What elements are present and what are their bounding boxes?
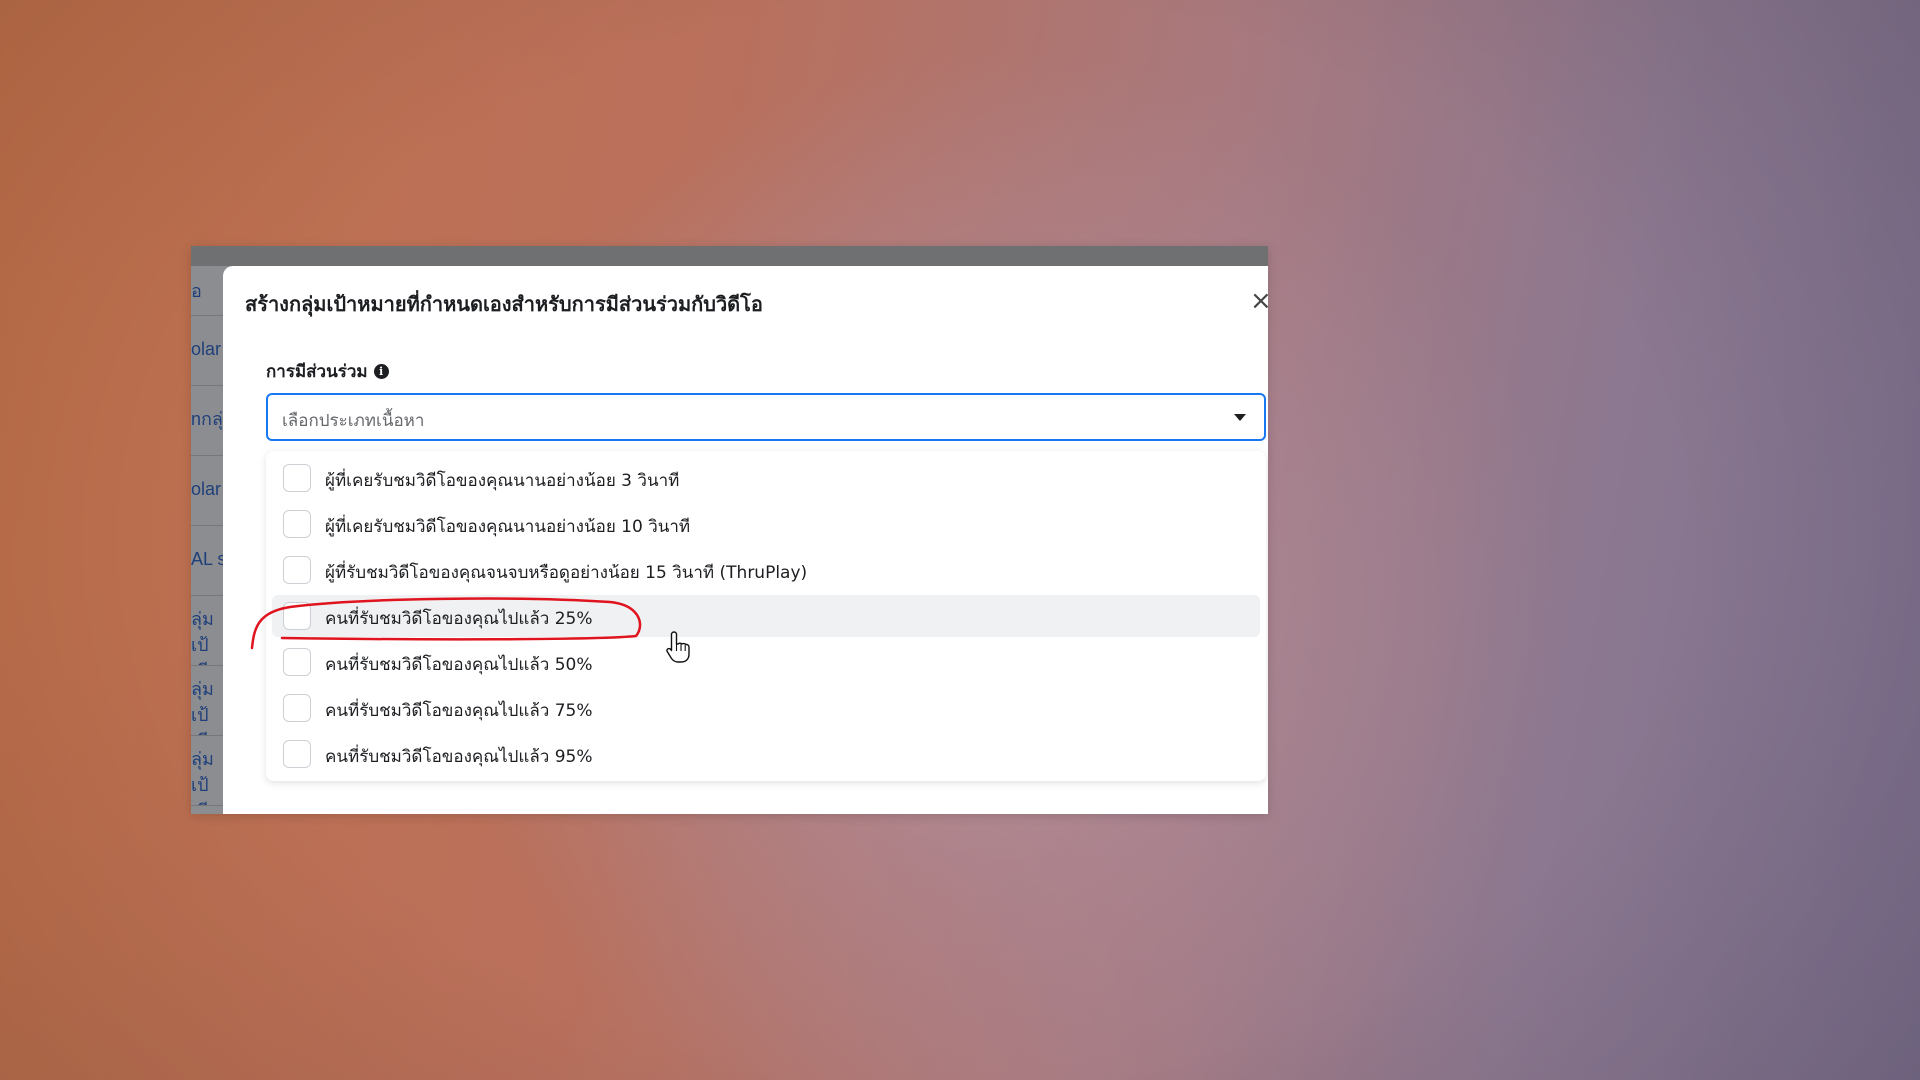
info-icon[interactable]: i	[373, 364, 389, 379]
dropdown-option[interactable]: คนที่รับชมวิดีโอของคุณไปแล้ว 75%	[272, 687, 1260, 729]
option-label: คนที่รับชมวิดีโอของคุณไปแล้ว 95%	[325, 747, 593, 767]
option-checkbox[interactable]	[283, 464, 311, 492]
dropdown-option-hovered[interactable]: คนที่รับชมวิดีโอของคุณไปแล้ว 25%	[272, 595, 1260, 637]
option-label: คนที่รับชมวิดีโอของคุณไปแล้ว 50%	[325, 655, 593, 675]
engagement-label-text: การมีส่วนร่วม	[266, 362, 368, 382]
dropdown-option[interactable]: ผู้ที่เคยรับชมวิดีโอของคุณนานอย่างน้อย 1…	[272, 503, 1260, 545]
dropdown-option[interactable]: คนที่รับชมวิดีโอของคุณไปแล้ว 50%	[272, 641, 1260, 683]
option-label: คนที่รับชมวิดีโอของคุณไปแล้ว 75%	[325, 701, 593, 721]
option-checkbox[interactable]	[283, 740, 311, 768]
option-label: ผู้ที่รับชมวิดีโอของคุณจนจบหรือดูอย่างน้…	[325, 563, 808, 583]
screenshot-window: อ olar I nกลุ่ม olar I AL sc ลุ่มเป้ เฉี…	[191, 246, 1268, 814]
custom-audience-modal: สร้างกลุ่มเป้าหมายที่กำหนดเองสำหรับการมี…	[223, 266, 1268, 814]
option-checkbox[interactable]	[283, 556, 311, 584]
engagement-label: การมีส่วนร่วม i	[266, 358, 389, 385]
content-type-dropdown: ผู้ที่เคยรับชมวิดีโอของคุณนานอย่างน้อย 3…	[266, 451, 1266, 781]
modal-title: สร้างกลุ่มเป้าหมายที่กำหนดเองสำหรับการมี…	[245, 292, 763, 316]
option-checkbox[interactable]	[283, 510, 311, 538]
option-label: คนที่รับชมวิดีโอของคุณไปแล้ว 25%	[325, 609, 593, 629]
dropdown-option[interactable]: ผู้ที่เคยรับชมวิดีโอของคุณนานอย่างน้อย 3…	[272, 457, 1260, 499]
option-label: ผู้ที่เคยรับชมวิดีโอของคุณนานอย่างน้อย 1…	[325, 517, 691, 537]
option-label: ผู้ที่เคยรับชมวิดีโอของคุณนานอย่างน้อย 3…	[325, 471, 680, 491]
select-placeholder: เลือกประเภทเนื้อหา	[282, 411, 425, 431]
dropdown-option[interactable]: คนที่รับชมวิดีโอของคุณไปแล้ว 95%	[272, 733, 1260, 775]
content-type-select[interactable]: เลือกประเภทเนื้อหา	[266, 393, 1266, 441]
option-checkbox[interactable]	[283, 648, 311, 676]
dropdown-option[interactable]: ผู้ที่รับชมวิดีโอของคุณจนจบหรือดูอย่างน้…	[272, 549, 1260, 591]
option-checkbox[interactable]	[283, 694, 311, 722]
option-checkbox[interactable]	[283, 602, 311, 630]
close-icon[interactable]: ×	[1250, 286, 1268, 316]
hand-pointer-icon	[666, 631, 690, 663]
caret-down-icon	[1234, 414, 1246, 421]
